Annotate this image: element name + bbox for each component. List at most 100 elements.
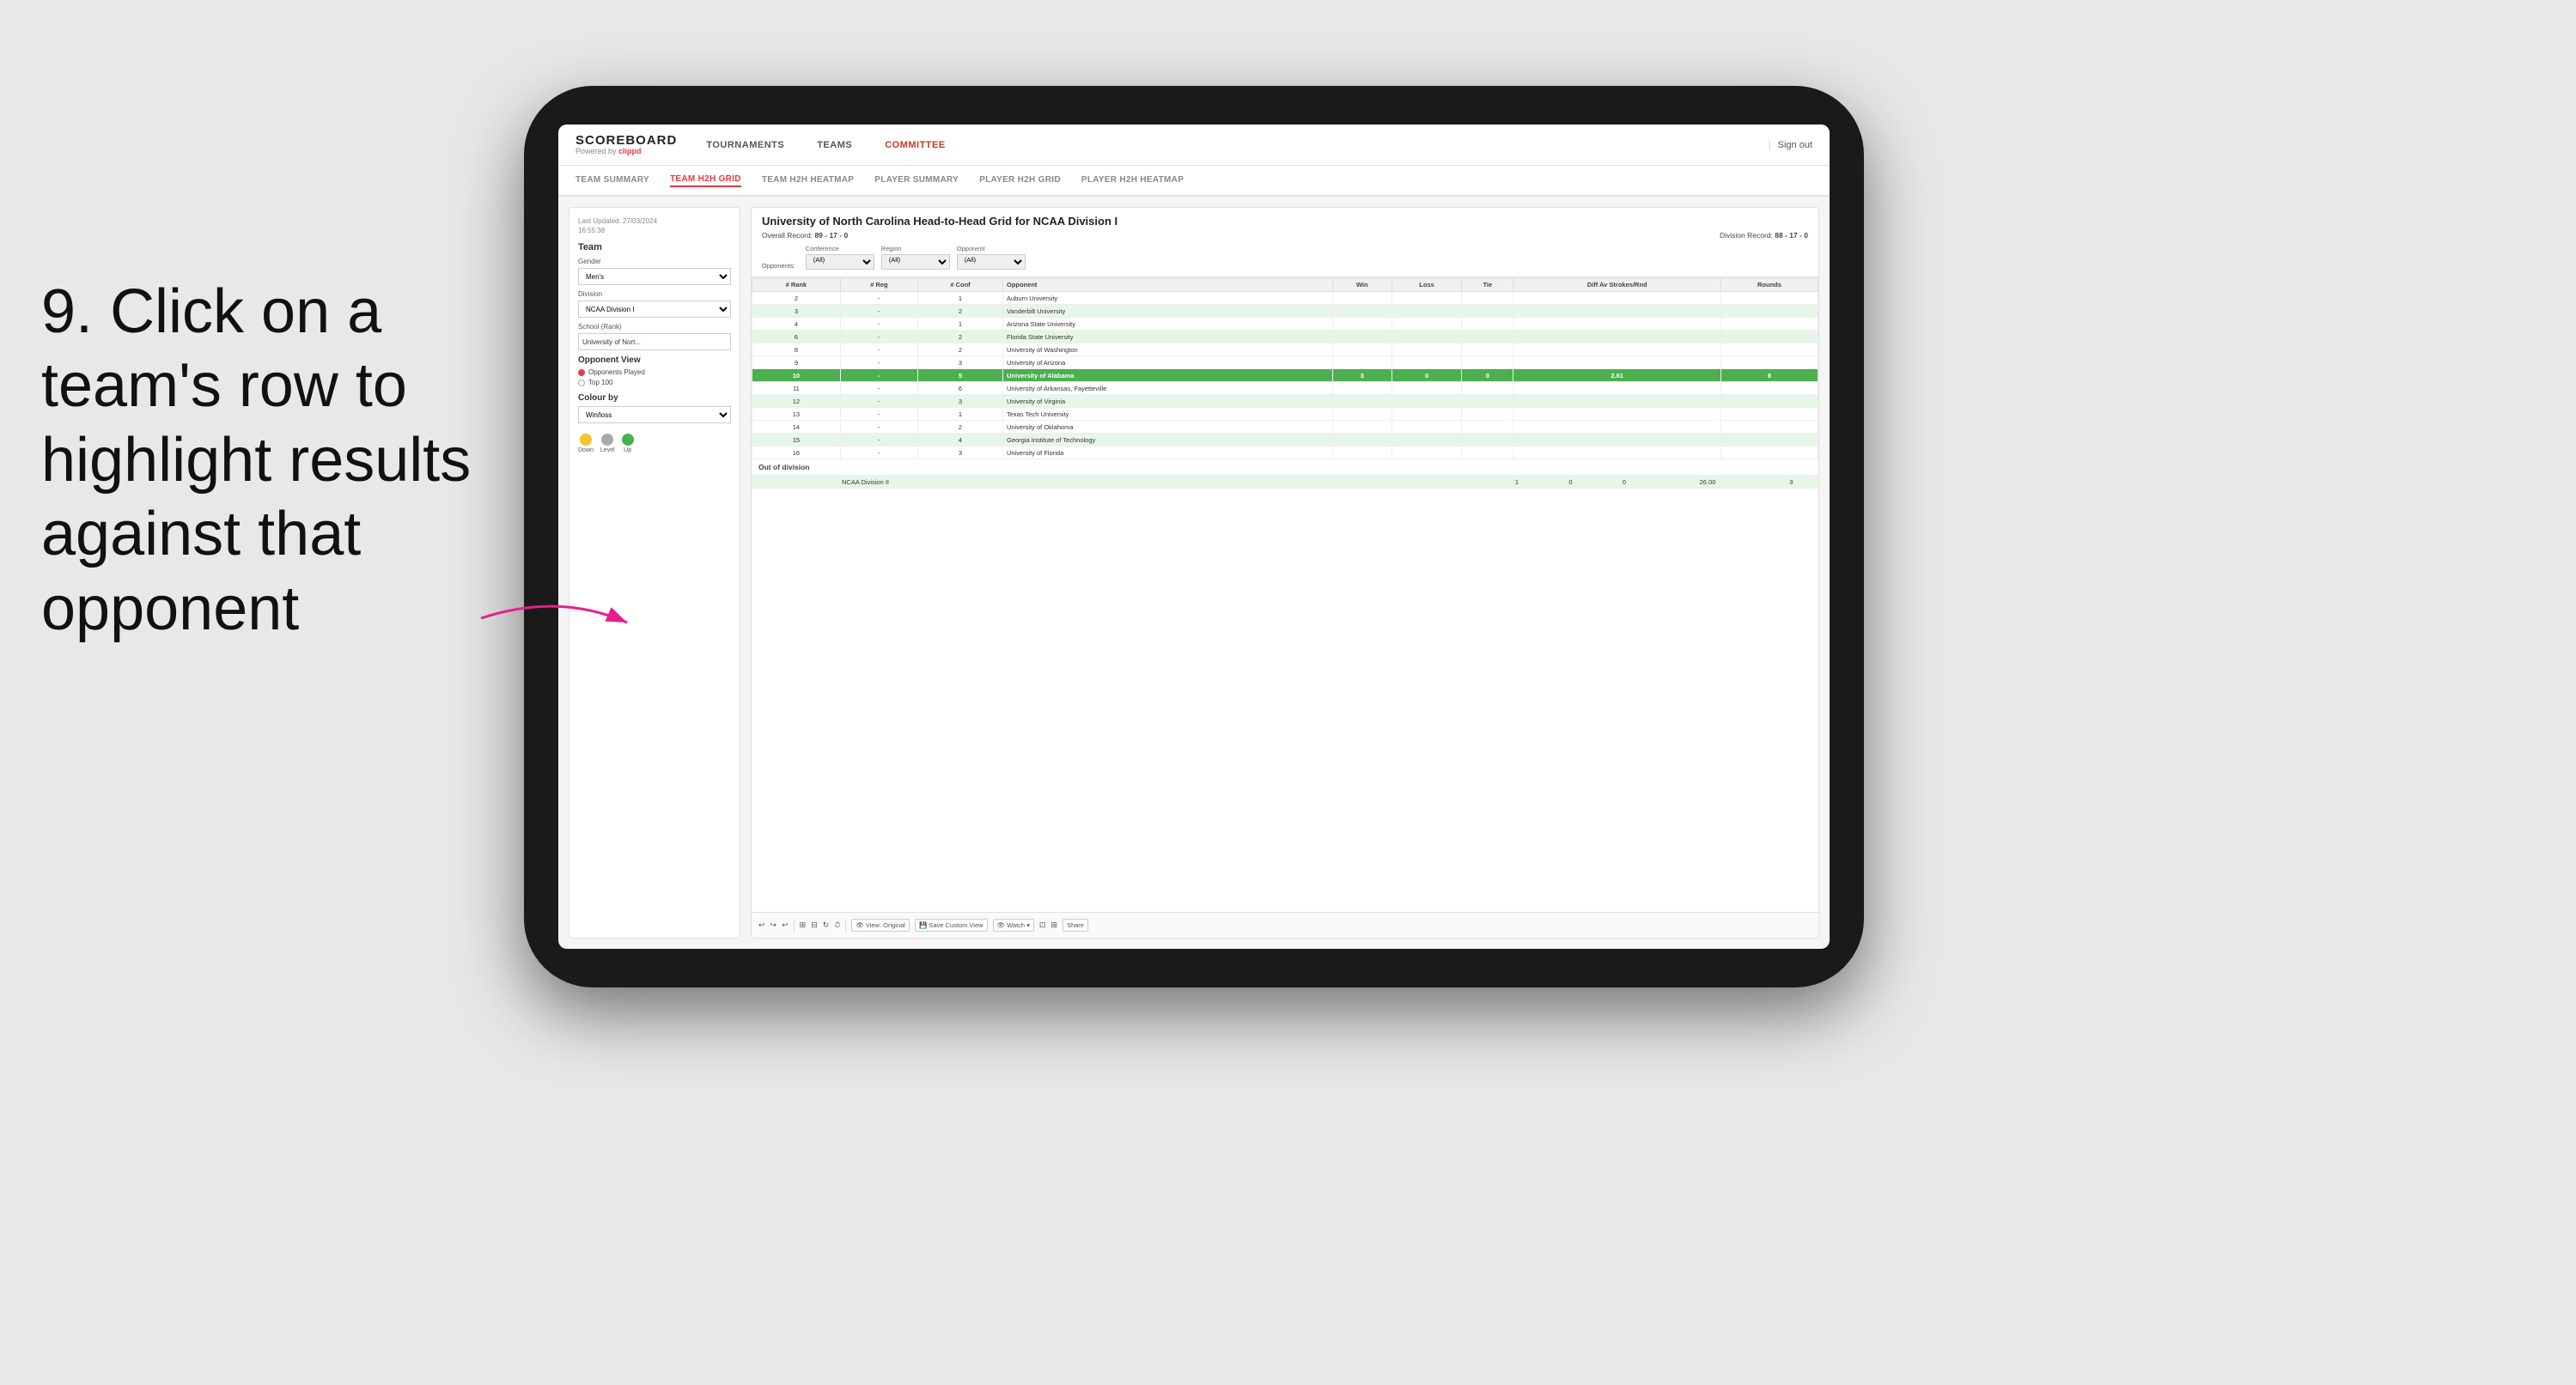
legend-circle-down: [580, 434, 592, 446]
opponent-filter-label: Opponent: [957, 245, 1026, 252]
watch-chevron-icon: ▾: [1026, 921, 1030, 929]
col-tie: Tie: [1462, 278, 1513, 292]
ood-conf: [813, 476, 838, 489]
data-table-wrapper: # Rank # Reg # Conf Opponent Win Loss Ti…: [752, 277, 1818, 912]
table-row[interactable]: 14-2University of Oklahoma: [752, 421, 1818, 434]
colour-by-label: Colour by: [578, 393, 731, 403]
team-label: Team: [578, 242, 731, 252]
zoom-in-icon[interactable]: ⊞: [800, 920, 807, 930]
ood-tie: 0: [1598, 476, 1651, 489]
share-btn[interactable]: Share: [1063, 919, 1088, 932]
table-row[interactable]: 16-3University of Florida: [752, 446, 1818, 459]
table-row[interactable]: 4-1Arizona State University: [752, 318, 1818, 331]
out-of-division-label: Out of division: [752, 459, 1818, 475]
conference-filter-select[interactable]: (All): [806, 254, 874, 270]
conference-filter-label: Conference: [806, 245, 874, 252]
grid-records: Overall Record: 89 - 17 - 0 Division Rec…: [762, 231, 1808, 240]
colour-legend: Down Level Up: [578, 434, 731, 453]
toolbar: ↩ ↪ ↩ ⊞ ⊟ ↻ ⏱ 👁 View: Original 💾 Sa: [752, 912, 1818, 938]
gender-select[interactable]: Men's: [578, 268, 731, 285]
conference-filter-group: Conference (All): [806, 245, 874, 270]
left-panel: Last Updated: 27/03/2024 16:55:38 Team G…: [569, 207, 740, 939]
col-rounds: Rounds: [1720, 278, 1818, 292]
opponent-filter-group: Opponent (All): [957, 245, 1026, 270]
ood-label: NCAA Division II: [838, 476, 1490, 489]
toolbar-sep1: [794, 919, 795, 932]
tab-team-h2h-heatmap[interactable]: TEAM H2H HEATMAP: [762, 175, 854, 186]
tab-player-summary[interactable]: PLAYER SUMMARY: [874, 175, 959, 186]
undo-icon[interactable]: ↩: [758, 920, 765, 930]
last-updated: Last Updated: 27/03/2024 16:55:38: [578, 216, 731, 235]
redo-icon[interactable]: ↪: [770, 920, 777, 930]
school-label: School (Rank): [578, 323, 731, 331]
opponent-view-radio-group: Opponents Played Top 100: [578, 368, 731, 386]
col-rank: # Rank: [752, 278, 841, 292]
logo-powered: Powered by clippd: [575, 147, 677, 155]
table-row[interactable]: 13-1Texas Tech University: [752, 408, 1818, 421]
filter-row: Opponents: Conference (All) Region (All): [762, 245, 1808, 270]
region-filter-label: Region: [881, 245, 950, 252]
col-loss: Loss: [1392, 278, 1461, 292]
legend-circle-up: [622, 434, 634, 446]
nav-committee[interactable]: COMMITTEE: [881, 140, 949, 150]
col-win: Win: [1332, 278, 1392, 292]
table-row[interactable]: 11-6University of Arkansas, Fayetteville: [752, 382, 1818, 395]
school-rank-box[interactable]: University of Nort...: [578, 333, 731, 350]
grid-title: University of North Carolina Head-to-Hea…: [762, 215, 1808, 228]
table-row[interactable]: 12-3University of Virginia: [752, 395, 1818, 408]
undo2-icon[interactable]: ↩: [782, 920, 789, 930]
present-icon[interactable]: ⊡: [1039, 920, 1046, 930]
tab-player-h2h-heatmap[interactable]: PLAYER H2H HEATMAP: [1081, 175, 1184, 186]
ood-rank: [752, 476, 787, 489]
col-conf: # Conf: [917, 278, 1002, 292]
clock-icon[interactable]: ⏱: [834, 920, 840, 930]
tab-team-h2h-grid[interactable]: TEAM H2H GRID: [670, 174, 741, 187]
table-row[interactable]: 3-2Vanderbilt University: [752, 305, 1818, 318]
col-reg: # Reg: [840, 278, 917, 292]
nav-tournaments[interactable]: TOURNAMENTS: [703, 140, 788, 150]
col-diff: Diff Av Strokes/Rnd: [1513, 278, 1720, 292]
nav-teams[interactable]: TEAMS: [813, 140, 856, 150]
division-label: Division: [578, 290, 731, 298]
radio-opponents-played[interactable]: Opponents Played: [578, 368, 731, 376]
zoom-out-icon[interactable]: ⊟: [811, 920, 818, 930]
watch-icon: 👁: [997, 921, 1006, 929]
sub-nav: TEAM SUMMARY TEAM H2H GRID TEAM H2H HEAT…: [558, 166, 1830, 197]
ood-diff: 26.00: [1651, 476, 1764, 489]
table-header-row: # Rank # Reg # Conf Opponent Win Loss Ti…: [752, 278, 1818, 292]
radio-dot-opponents-played: [578, 369, 585, 376]
tab-team-summary[interactable]: TEAM SUMMARY: [575, 175, 649, 186]
logo-scoreboard: SCOREBOARD: [575, 134, 677, 147]
main-content: Last Updated: 27/03/2024 16:55:38 Team G…: [558, 197, 1830, 949]
legend-level: Level: [600, 434, 615, 453]
table-row[interactable]: 2-1Auburn University: [752, 292, 1818, 305]
sign-out-link[interactable]: Sign out: [1778, 140, 1812, 150]
legend-circle-level: [601, 434, 613, 446]
table-row[interactable]: 10-5University of Alabama3002.618: [752, 369, 1818, 382]
data-table: # Rank # Reg # Conf Opponent Win Loss Ti…: [752, 277, 1818, 459]
logo-area: SCOREBOARD Powered by clippd: [575, 134, 677, 155]
out-of-division-row[interactable]: NCAA Division II 1 0 0 26.00 3: [752, 476, 1818, 489]
region-filter-select[interactable]: (All): [881, 254, 950, 270]
watch-btn[interactable]: 👁 Watch ▾: [993, 919, 1034, 932]
table-row[interactable]: 8-2University of Washington: [752, 343, 1818, 356]
table-row[interactable]: 9-3University of Arizona: [752, 356, 1818, 369]
legend-down: Down: [578, 434, 594, 453]
refresh-icon[interactable]: ↻: [823, 920, 830, 930]
radio-top100[interactable]: Top 100: [578, 379, 731, 386]
division-select[interactable]: NCAA Division I: [578, 301, 731, 318]
ood-win: 1: [1490, 476, 1544, 489]
grid-icon[interactable]: ⊞: [1050, 920, 1057, 930]
colour-by-select[interactable]: Win/loss: [578, 406, 731, 423]
tab-player-h2h-grid[interactable]: PLAYER H2H GRID: [979, 175, 1061, 186]
save-custom-view-btn[interactable]: 💾 Save Custom View: [915, 919, 988, 932]
table-row[interactable]: 15-4Georgia Institute of Technology: [752, 434, 1818, 446]
out-of-division-table: NCAA Division II 1 0 0 26.00 3: [752, 475, 1818, 489]
table-row[interactable]: 6-2Florida State University: [752, 331, 1818, 343]
nav-items: TOURNAMENTS TEAMS COMMITTEE: [703, 140, 1768, 150]
opponent-filter-select[interactable]: (All): [957, 254, 1026, 270]
opponents-label: Opponents:: [762, 262, 795, 270]
view-original-btn[interactable]: 👁 View: Original: [851, 919, 910, 932]
opponents-filter-inline: Opponents:: [762, 262, 799, 270]
nav-divider: |: [1769, 140, 1771, 150]
